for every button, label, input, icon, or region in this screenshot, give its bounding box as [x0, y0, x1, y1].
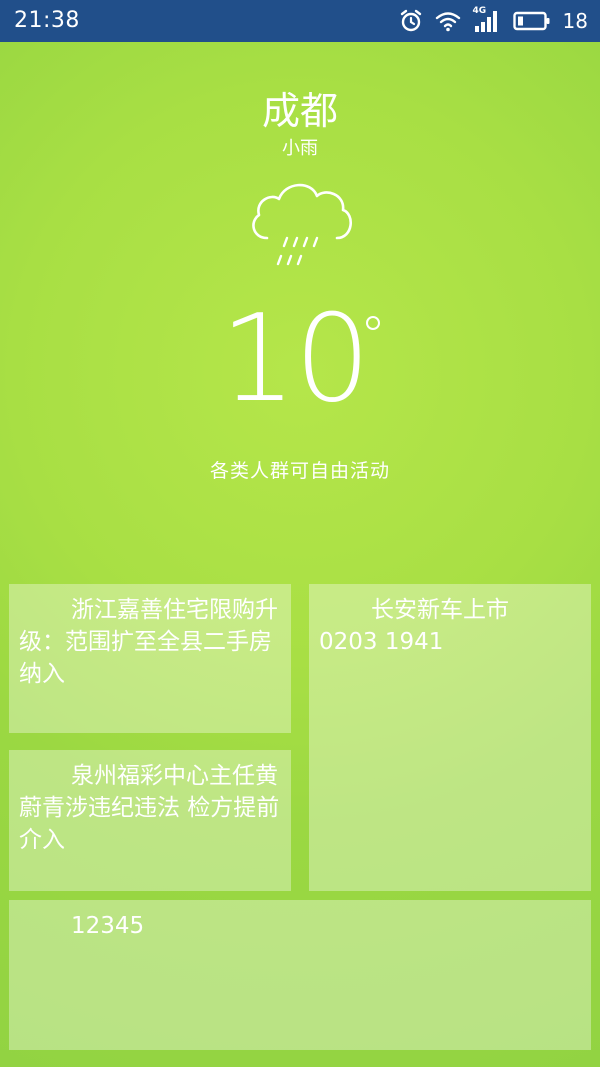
temperature-value: 10 [220, 290, 371, 429]
status-bar: 21:38 4G 18 [0, 0, 600, 42]
news-tile-1[interactable]: 浙江嘉善住宅限购升级：范围扩至全县二手房纳入 [9, 584, 291, 733]
battery-icon [512, 11, 551, 31]
car-news-tile[interactable]: 长安新车上市 0203 1941 [309, 584, 591, 891]
news-tile-2[interactable]: 泉州福彩中心主任黄蔚青涉违纪违法 检方提前介入 [9, 750, 291, 891]
battery-level: 18 [562, 9, 588, 33]
signal-icon: 4G [473, 6, 501, 34]
bottom-tile-text: 12345 [71, 913, 145, 939]
car-news-subtitle: 0203 1941 [319, 629, 444, 655]
activity-advice: 各类人群可自由活动 [209, 460, 390, 482]
weather-condition: 小雨 [282, 138, 318, 159]
rain-cloud-icon [245, 176, 355, 276]
wifi-icon [435, 10, 461, 32]
bottom-tile[interactable]: 12345 [9, 900, 591, 1050]
car-news-title: 长安新车上市 [371, 597, 509, 623]
alarm-icon [399, 9, 423, 33]
news-headline-1: 浙江嘉善住宅限购升级：范围扩至全县二手房纳入 [19, 597, 278, 687]
city-name[interactable]: 成都 [0, 80, 600, 135]
status-icons: 4G 18 [399, 6, 588, 35]
news-headline-2: 泉州福彩中心主任黄蔚青涉违纪违法 检方提前介入 [19, 763, 280, 853]
degree-symbol [366, 316, 380, 330]
status-time: 21:38 [14, 8, 80, 33]
